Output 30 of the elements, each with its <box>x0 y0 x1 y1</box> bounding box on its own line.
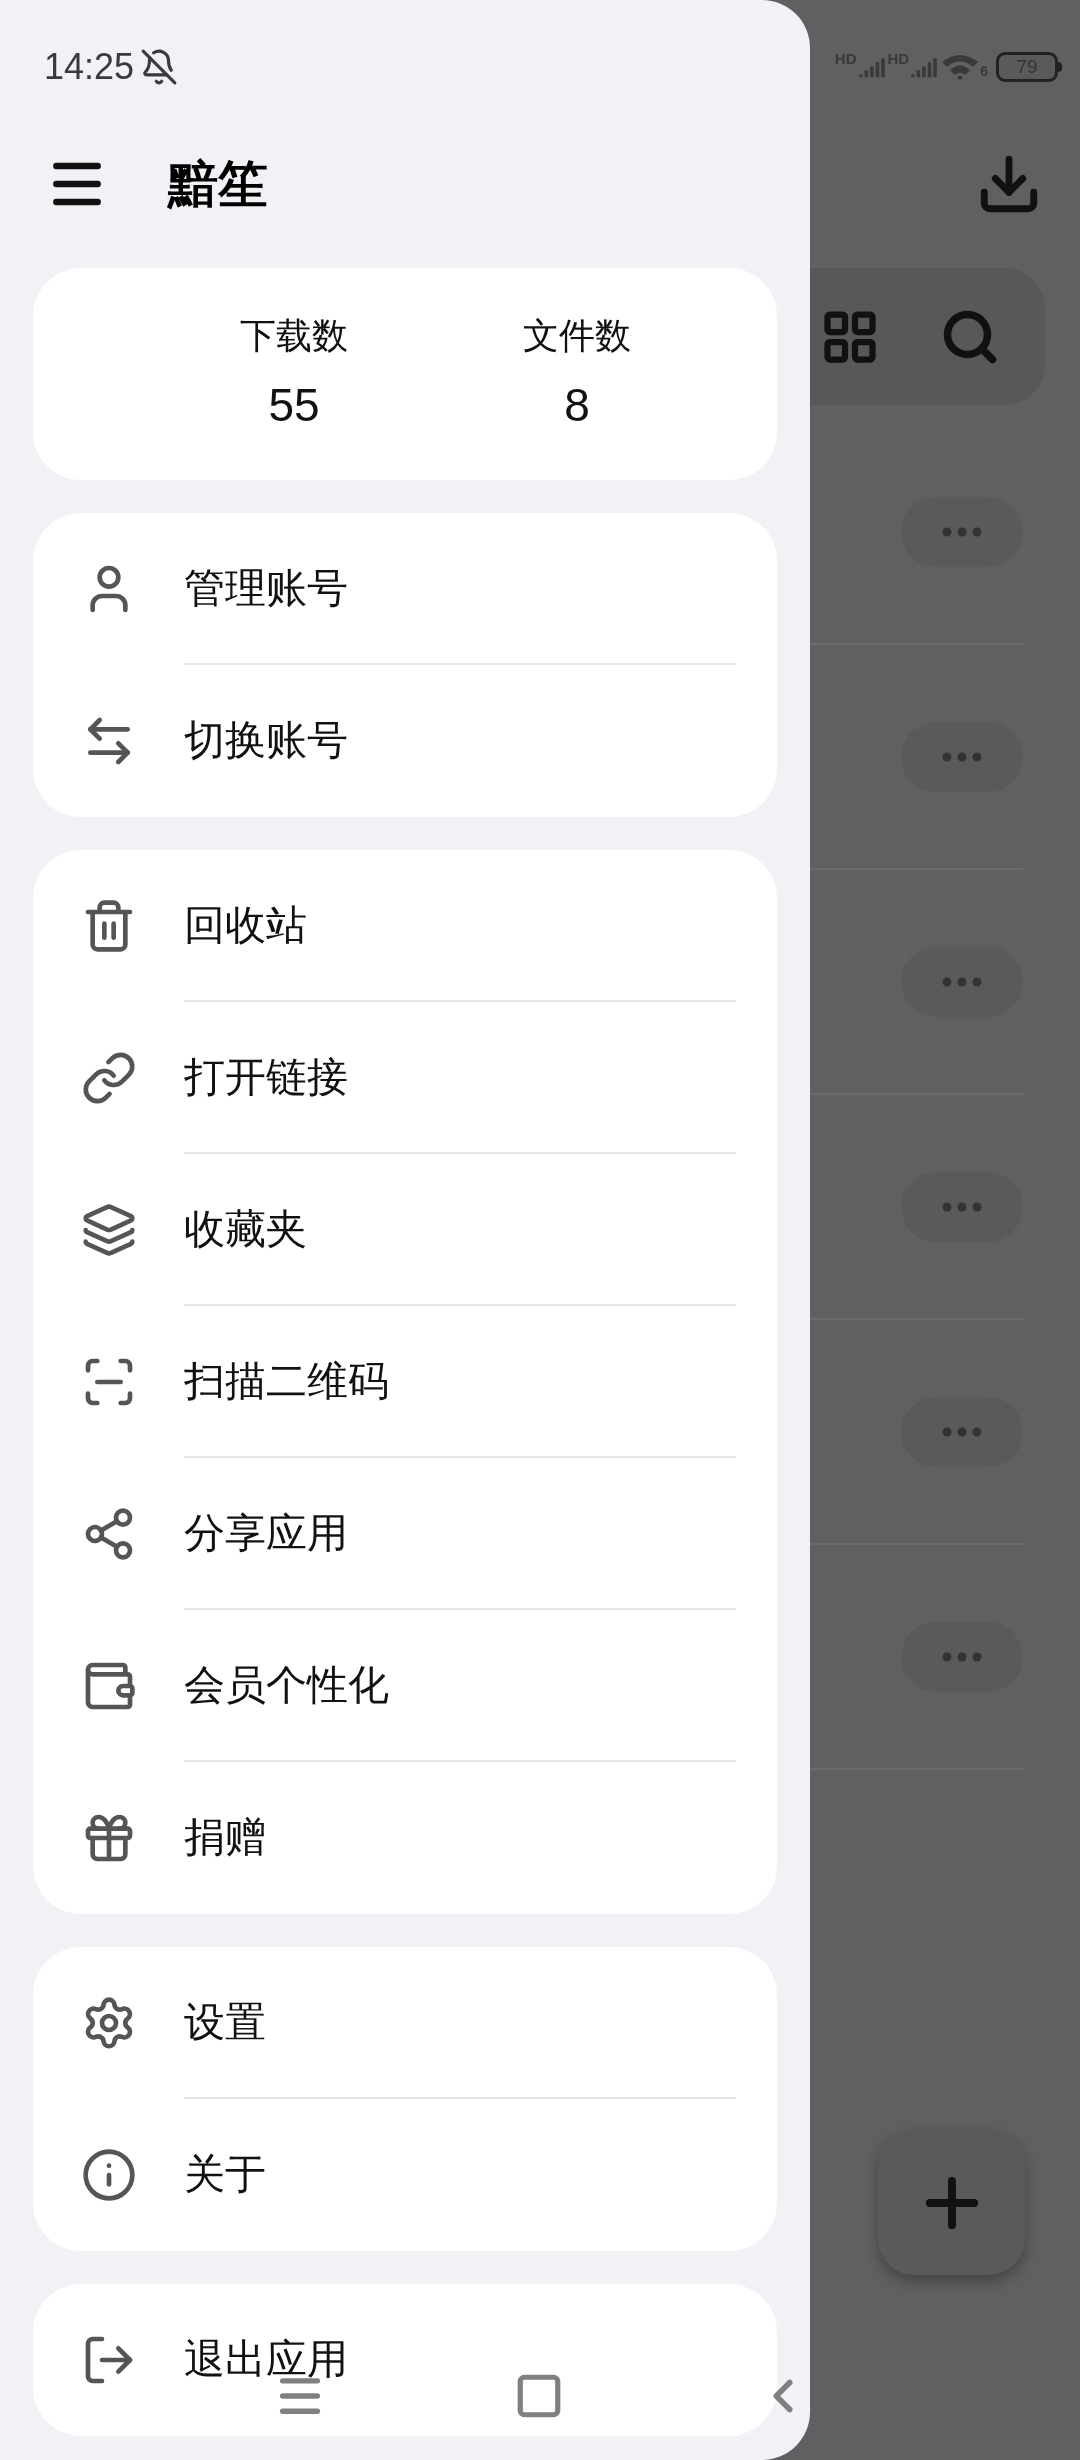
stat-label: 下载数 <box>240 313 348 358</box>
menu-item-label: 退出应用 <box>184 2335 348 2385</box>
clock: 14:25 <box>44 45 135 89</box>
menu-item[interactable]: 收藏夹 <box>33 1154 777 1306</box>
menu-item-label: 切换账号 <box>184 716 348 766</box>
menu-item-label: 扫描二维码 <box>184 1357 389 1407</box>
menu-item-label: 收藏夹 <box>184 1205 307 1255</box>
menu-item[interactable]: 退出应用 <box>33 2284 777 2436</box>
stat-value: 55 <box>268 377 320 433</box>
menu-item-label: 管理账号 <box>184 564 348 614</box>
menu-item-label: 回收站 <box>184 901 307 951</box>
menu-item[interactable]: 打开链接 <box>33 1002 777 1154</box>
app-title: 黯笙 <box>168 154 268 214</box>
menu-item[interactable]: 切换账号 <box>33 665 777 817</box>
menu-item[interactable]: 捐赠 <box>33 1762 777 1914</box>
menu-item-label: 设置 <box>184 1998 266 2048</box>
menu-item[interactable]: 回收站 <box>33 850 777 1002</box>
menu-item-label: 捐赠 <box>184 1813 266 1863</box>
stat-value: 8 <box>564 377 590 433</box>
menu-item-label: 关于 <box>184 2150 266 2200</box>
menu-item-label: 打开链接 <box>184 1053 348 1103</box>
menu-item[interactable]: 设置 <box>33 1947 777 2099</box>
menu-item[interactable]: 管理账号 <box>33 513 777 665</box>
menu-item-label: 分享应用 <box>184 1509 348 1559</box>
menu-item[interactable]: 分享应用 <box>33 1458 777 1610</box>
stat-label: 文件数 <box>523 313 631 358</box>
menu-item[interactable]: 关于 <box>33 2099 777 2251</box>
menu-item[interactable]: 会员个性化 <box>33 1610 777 1762</box>
menu-item[interactable]: 扫描二维码 <box>33 1306 777 1458</box>
menu-item-label: 会员个性化 <box>184 1661 389 1711</box>
